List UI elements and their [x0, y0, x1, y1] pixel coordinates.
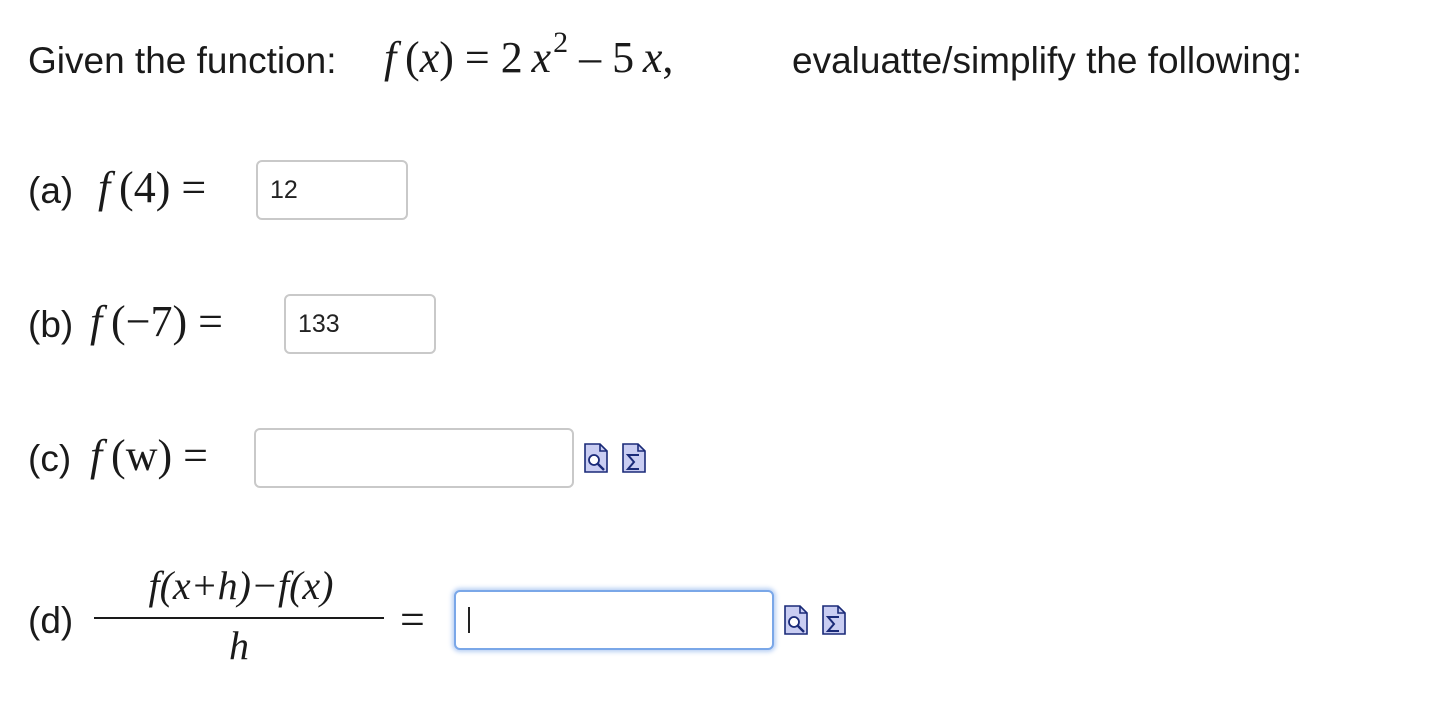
part-d-label: (d) — [28, 600, 74, 641]
answer-c-input[interactable] — [254, 428, 574, 488]
sigma-icon[interactable] — [622, 443, 646, 473]
part-b-expression: f (−7) = — [90, 297, 223, 346]
function-definition: f (x) = 2 x2 – 5 x, — [384, 26, 674, 82]
fraction-denominator: h — [229, 623, 249, 668]
intro-lead: Given the function: — [28, 40, 337, 81]
part-d-equals: = — [400, 595, 425, 644]
part-a-expression: f (4) = — [98, 163, 207, 212]
answer-b-input[interactable] — [284, 294, 436, 354]
intro-trail: evaluatte/simplify the following: — [792, 40, 1303, 81]
sigma-icon[interactable] — [822, 605, 846, 635]
part-c-label: (c) — [28, 438, 72, 479]
fraction-bar — [94, 617, 384, 619]
preview-icon[interactable] — [784, 605, 808, 635]
answer-a-input[interactable] — [256, 160, 408, 220]
part-b-label: (b) — [28, 304, 74, 345]
part-c-expression: f (w) = — [90, 431, 208, 480]
part-a-label: (a) — [28, 170, 74, 211]
preview-icon[interactable] — [584, 443, 608, 473]
text-caret — [468, 607, 470, 633]
answer-d-input[interactable] — [454, 590, 774, 650]
fraction-numerator: f(x+h)−f(x) — [148, 563, 334, 608]
